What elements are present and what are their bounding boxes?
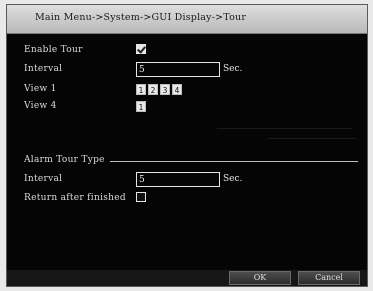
enable-tour-label: Enable Tour (24, 45, 83, 55)
settings-panel: Enable Tour Interval 5 Sec. View 1 1 2 3… (7, 34, 367, 270)
view1-label: View 1 (24, 84, 57, 94)
cancel-button[interactable]: Cancel (298, 271, 360, 285)
interval-label: Interval (24, 64, 63, 74)
faint-divider (217, 128, 352, 129)
view4-label: View 4 (24, 101, 57, 111)
alarm-interval-unit: Sec. (223, 174, 243, 184)
alarm-section-divider (110, 161, 358, 162)
view1-channel-3[interactable]: 3 (160, 84, 170, 95)
return-after-finished-checkbox[interactable] (136, 192, 146, 202)
alarm-tour-type-label: Alarm Tour Type (24, 155, 105, 165)
alarm-interval-value: 5 (139, 175, 145, 185)
enable-tour-checkbox[interactable] (136, 44, 146, 54)
title-bar: Main Menu->System->GUI Display->Tour (7, 5, 367, 34)
button-bar: OK Cancel (7, 270, 367, 286)
alarm-interval-field[interactable]: 5 (136, 172, 220, 187)
ok-button[interactable]: OK (229, 271, 291, 285)
view1-channel-1[interactable]: 1 (136, 84, 146, 95)
view1-channel-2[interactable]: 2 (148, 84, 158, 95)
tour-settings-window: Main Menu->System->GUI Display->Tour Ena… (6, 4, 368, 287)
alarm-interval-label: Interval (24, 174, 63, 184)
interval-value: 5 (139, 65, 145, 75)
interval-field[interactable]: 5 (136, 62, 220, 77)
return-after-finished-label: Return after finished (24, 193, 126, 203)
faint-divider (267, 138, 357, 139)
interval-unit: Sec. (223, 64, 243, 74)
view4-channel-1[interactable]: 1 (136, 101, 146, 112)
window-title: Main Menu->System->GUI Display->Tour (35, 12, 247, 23)
view1-channel-4[interactable]: 4 (172, 84, 182, 95)
